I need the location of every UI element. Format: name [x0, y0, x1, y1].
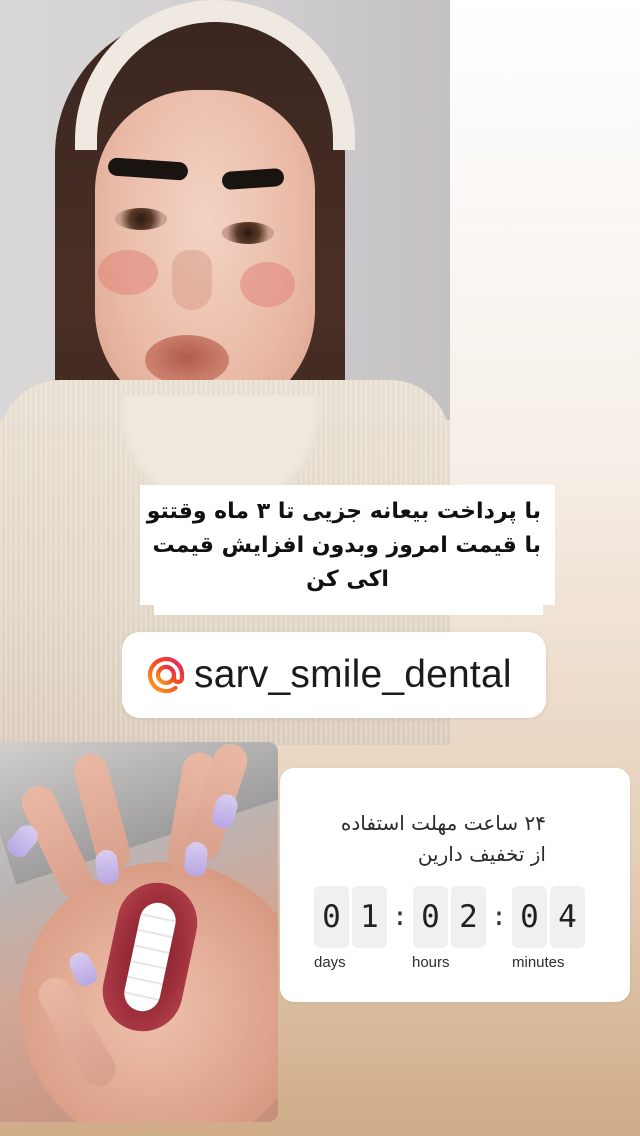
nose — [172, 250, 212, 310]
hours-digit-2: 2 — [451, 886, 486, 948]
bottom-photo — [0, 742, 278, 1122]
mention-sticker[interactable]: sarv_smile_dental — [122, 632, 546, 718]
threads-at-icon — [147, 656, 185, 694]
mention-username: sarv_smile_dental — [194, 653, 512, 696]
right-eye — [222, 222, 274, 244]
separator: : — [491, 902, 507, 932]
countdown-sticker[interactable]: ۲۴ ساعت مهلت استفاده از تخفیف دارین 0 1 … — [280, 768, 630, 1002]
hours-digit-1: 0 — [413, 886, 448, 948]
right-cheek — [240, 262, 295, 307]
separator: : — [392, 902, 408, 932]
left-cheek — [98, 250, 158, 295]
minutes-digit-2: 4 — [550, 886, 585, 948]
countdown-title-line-1: ۲۴ ساعت مهلت استفاده — [340, 811, 546, 835]
days-label: days — [314, 954, 346, 971]
caption-line-1: با پرداخت بیعانه جزیی تا ۳ ماه وقتتو — [146, 499, 541, 524]
countdown-units: days hours minutes — [280, 954, 630, 976]
days-digit-2: 1 — [352, 886, 387, 948]
lips — [145, 335, 229, 385]
countdown-title-line-2: از تخفیف دارین — [417, 842, 546, 866]
left-eye — [115, 208, 167, 230]
minutes-digit-1: 0 — [512, 886, 547, 948]
nail — [94, 849, 120, 885]
caption-sticker[interactable]: با پرداخت بیعانه جزیی تا ۳ ماه وقتتو با … — [140, 485, 555, 615]
caption-line-2: با قیمت امروز وبدون افزایش قیمت — [152, 533, 541, 558]
days-digit-1: 0 — [314, 886, 349, 948]
countdown-title: ۲۴ ساعت مهلت استفاده از تخفیف دارین — [316, 808, 546, 870]
story-view: با پرداخت بیعانه جزیی تا ۳ ماه وقتتو با … — [0, 0, 640, 1136]
countdown-digits: 0 1 : 0 2 : 0 4 — [314, 886, 588, 948]
caption-line-3: اکی کن — [306, 567, 389, 592]
hours-label: hours — [412, 954, 450, 971]
nail — [183, 841, 209, 877]
minutes-label: minutes — [512, 954, 565, 971]
